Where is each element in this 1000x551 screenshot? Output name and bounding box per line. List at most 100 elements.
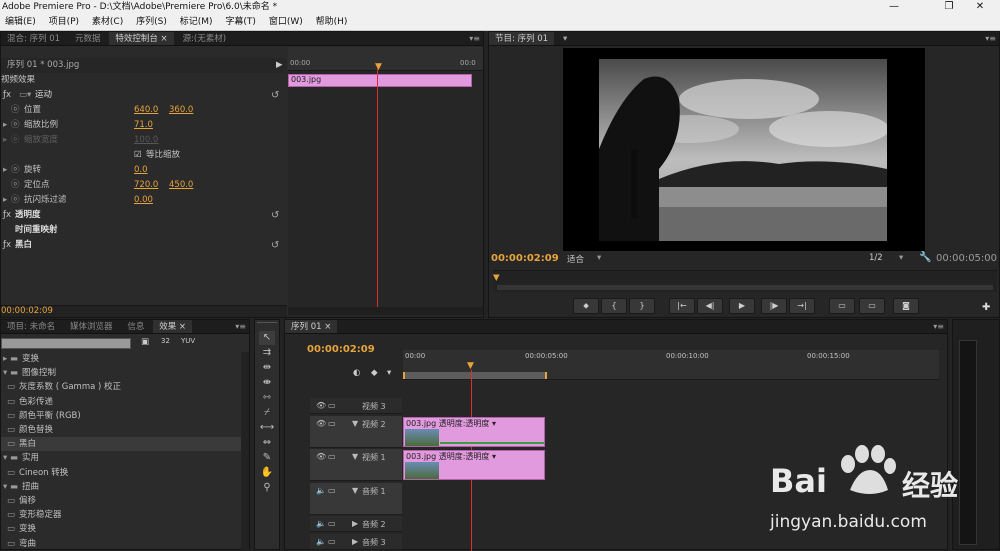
effects-list-item[interactable]: ▭ 灰度系数 ( Gamma ) 校正	[1, 380, 241, 394]
extract-button[interactable]: ▭	[859, 298, 885, 314]
track-audio3-header[interactable]: 🔈 ▭ ▶ 音频 3	[310, 534, 402, 550]
tab-mixer[interactable]: 混合: 序列 01	[1, 32, 66, 45]
tab-info[interactable]: 信息	[121, 320, 150, 333]
collapse-icon[interactable]: ▼	[352, 452, 358, 461]
scale-value[interactable]: 71.0	[134, 118, 153, 133]
marker-icon[interactable]: ◆	[371, 368, 378, 378]
track-video2-header[interactable]: 👁 ▭ ▼ 视频 2	[310, 416, 402, 448]
stopwatch-icon[interactable]: ⓞ	[11, 133, 20, 148]
speaker-icon[interactable]: 🔈	[316, 537, 326, 546]
stopwatch-icon[interactable]: ⓞ	[11, 193, 20, 208]
expand-arrow-icon[interactable]: ▶	[276, 58, 283, 73]
program-timecode[interactable]: 00:00:02:09	[491, 253, 559, 264]
tab-sequence[interactable]: 序列 01 ×	[285, 320, 338, 333]
lock-icon[interactable]: ▭	[328, 537, 336, 546]
effects-scrollbar[interactable]	[241, 352, 249, 551]
lock-icon[interactable]: ▭	[328, 486, 336, 495]
effects-list-item[interactable]: ▭ 黑白	[1, 437, 241, 452]
hand-tool-icon[interactable]: ✋	[259, 466, 275, 480]
tab-project[interactable]: 项目: 未命名	[1, 320, 61, 333]
program-scrubber[interactable]: ▼	[493, 270, 997, 292]
ec-clip-bar[interactable]: 003.jpg	[288, 74, 472, 87]
step-back-button[interactable]: ◀|	[697, 298, 723, 314]
effects-list-item[interactable]: ▭ 色彩传递	[1, 395, 241, 409]
stopwatch-icon[interactable]: ⓞ	[11, 103, 20, 118]
track-select-tool-icon[interactable]: ⇉	[259, 346, 275, 360]
panel-menu-icon[interactable]: ▾≡	[985, 32, 996, 46]
mark-in-button[interactable]: {	[601, 298, 627, 314]
stopwatch-icon[interactable]: ⓞ	[11, 163, 20, 178]
menu-project[interactable]: 项目(P)	[44, 14, 84, 31]
rolling-edit-tool-icon[interactable]: ⇼	[259, 376, 275, 390]
menu-window[interactable]: 窗口(W)	[264, 14, 308, 31]
effects-list-item[interactable]: ▾ ▬ 扭曲	[1, 480, 241, 494]
add-button-icon[interactable]: ✚	[982, 302, 990, 313]
lift-button[interactable]: ▭	[829, 298, 855, 314]
collapse-icon[interactable]: ▶	[352, 537, 358, 546]
menu-title[interactable]: 字幕(T)	[220, 14, 261, 31]
play-button[interactable]: ▶	[729, 298, 755, 314]
anchor-x-value[interactable]: 720.0	[134, 178, 158, 193]
position-y-value[interactable]: 360.0	[169, 103, 193, 118]
collapse-icon[interactable]: ▶	[352, 519, 358, 528]
menu-marker[interactable]: 标记(M)	[175, 14, 218, 31]
selection-tool-icon[interactable]: ↖	[259, 331, 275, 345]
mark-out-button[interactable]: }	[629, 298, 655, 314]
playhead-icon[interactable]: ▼	[493, 273, 500, 283]
ratio-dropdown-arrow-icon[interactable]: ▾	[899, 253, 903, 263]
collapse-icon[interactable]: ▼	[352, 419, 358, 428]
stopwatch-icon[interactable]: ⓞ	[11, 118, 20, 133]
wrench-icon[interactable]: 🔧	[919, 252, 931, 263]
eye-icon[interactable]: 👁	[316, 452, 326, 461]
fit-dropdown[interactable]: 适合	[567, 253, 584, 265]
ec-scrollbar[interactable]	[288, 307, 483, 315]
eye-icon[interactable]: 👁	[316, 401, 326, 410]
close-button[interactable]: ✕	[966, 0, 994, 14]
tab-metadata[interactable]: 元数据	[69, 32, 107, 45]
track-video1-header[interactable]: 👁 ▭ ▼ 视频 1	[310, 449, 402, 481]
lock-icon[interactable]: ▭	[328, 519, 336, 528]
uniform-scale-checkbox[interactable]: ☑	[134, 148, 142, 163]
tab-effects[interactable]: 效果 ×	[153, 320, 193, 333]
effects-list-item[interactable]: ▭ Cineon 转换	[1, 466, 241, 480]
anchor-y-value[interactable]: 450.0	[169, 178, 193, 193]
reset-icon[interactable]: ↺	[271, 88, 279, 103]
menu-clip[interactable]: 素材(C)	[87, 14, 128, 31]
slip-tool-icon[interactable]: ⟷	[259, 421, 275, 435]
reset-icon[interactable]: ↺	[271, 208, 279, 223]
effects-list-item[interactable]: ▭ 变换	[1, 522, 241, 536]
track-audio1-header[interactable]: 🔈 ▭ ▼ 音频 1	[310, 483, 402, 515]
timeline-clip-v2[interactable]: 003.jpg 透明度:透明度 ▾	[403, 417, 545, 447]
menu-sequence[interactable]: 序列(S)	[131, 14, 172, 31]
work-area-bar[interactable]	[403, 372, 547, 379]
lock-icon[interactable]: ▭	[328, 401, 336, 410]
minimize-button[interactable]: —	[880, 0, 908, 14]
panel-menu-icon[interactable]: ▾≡	[933, 320, 944, 334]
accelerated-effects-icon[interactable]: ▣	[141, 337, 149, 347]
track-audio2-header[interactable]: 🔈 ▭ ▶ 音频 2	[310, 516, 402, 532]
add-marker-icon[interactable]: ▾	[387, 368, 391, 378]
effects-list-item[interactable]: ▸ ▬ 变换	[1, 352, 241, 366]
effects-list-item[interactable]: ▭ 弯曲	[1, 537, 241, 551]
ripple-edit-tool-icon[interactable]: ⇹	[259, 361, 275, 375]
timeline-ruler[interactable]: 00:00 00:00:05:00 00:00:10:00 00:00:15:0…	[403, 350, 939, 380]
lock-icon[interactable]: ▭	[328, 419, 336, 428]
tab-media-browser[interactable]: 媒体浏览器	[64, 320, 119, 333]
speaker-icon[interactable]: 🔈	[316, 519, 326, 528]
flicker-value[interactable]: 0.00	[134, 193, 153, 208]
lock-icon[interactable]: ▭	[328, 452, 336, 461]
expand-icon[interactable]: ▸	[3, 163, 7, 178]
go-to-in-button[interactable]: |←	[669, 298, 695, 314]
export-frame-button[interactable]: ◙	[893, 298, 919, 314]
pen-tool-icon[interactable]: ✎	[259, 451, 275, 465]
eye-icon[interactable]: 👁	[316, 419, 326, 428]
rotation-value[interactable]: 0.0	[134, 163, 148, 178]
effects-list-item[interactable]: ▭ 偏移	[1, 494, 241, 508]
zoom-tool-icon[interactable]: ⚲	[259, 481, 275, 495]
effects-list-item[interactable]: ▭ 变形稳定器	[1, 508, 241, 522]
position-x-value[interactable]: 640.0	[134, 103, 158, 118]
add-marker-button[interactable]: ⬥	[573, 298, 599, 314]
effects-list-item[interactable]: ▭ 颜色替换	[1, 423, 241, 437]
timeline-clip-v1[interactable]: 003.jpg 透明度:透明度 ▾	[403, 450, 545, 480]
panel-menu-icon[interactable]: ▾≡	[235, 320, 246, 334]
